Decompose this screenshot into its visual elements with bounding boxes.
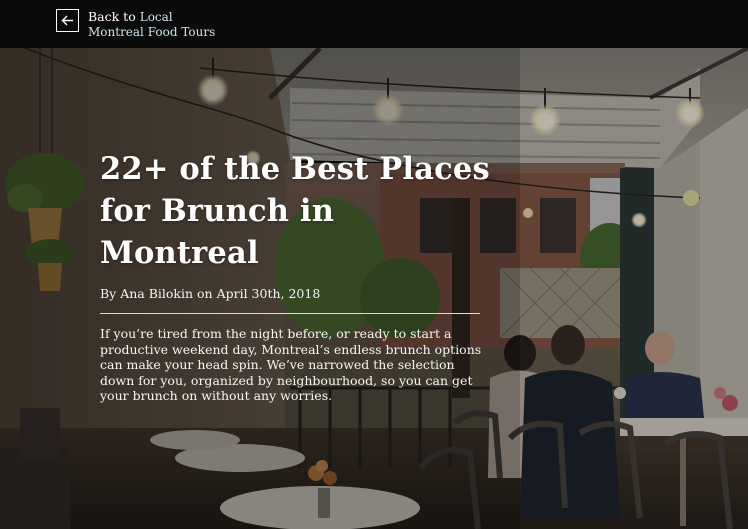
divider — [100, 313, 480, 314]
article-page: Back to Local Montreal Food Tours 22+ of… — [0, 0, 748, 529]
back-to-site-link[interactable]: Back to Local Montreal Food Tours — [56, 9, 215, 39]
site-name-line2: Montreal Food Tours — [88, 25, 216, 39]
article-byline: By Ana Bilokin on April 30th, 2018 — [100, 286, 321, 301]
back-prefix: Back to — [88, 9, 136, 24]
arrow-left-icon — [56, 9, 79, 32]
top-bar: Back to Local Montreal Food Tours — [0, 0, 748, 48]
article-title: 22+ of the Best Places for Brunch in Mon… — [100, 151, 490, 271]
site-name-line1: Local — [139, 10, 173, 24]
article-intro: If you’re tired from the night before, o… — [100, 326, 482, 403]
back-link-text: Back to Local Montreal Food Tours — [88, 9, 215, 39]
article-header: 22+ of the Best Places for Brunch in Mon… — [100, 148, 490, 416]
